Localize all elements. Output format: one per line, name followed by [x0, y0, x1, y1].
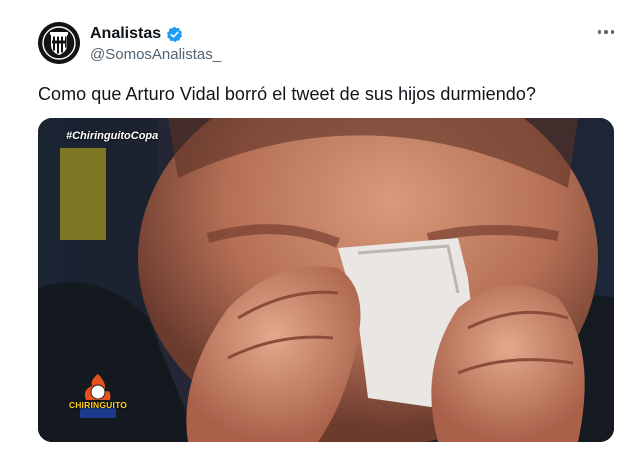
- crest-icon: [38, 22, 80, 64]
- show-logo: CHIRINGUITO: [68, 372, 128, 422]
- more-options-button[interactable]: [592, 22, 620, 42]
- tweet-text: Como que Arturo Vidal borró el tweet de …: [38, 84, 536, 104]
- dot-icon: [604, 30, 608, 34]
- tweet-card[interactable]: Analistas @SomosAnalistas_ Como que Artu…: [0, 0, 644, 462]
- handle[interactable]: @SomosAnalistas_: [90, 46, 221, 63]
- avatar[interactable]: [38, 22, 80, 64]
- flame-ball-icon: [80, 374, 116, 418]
- verified-badge-icon: [167, 26, 183, 42]
- dot-icon: [597, 30, 602, 34]
- hashtag-overlay: #ChiringuitoCopa: [66, 130, 159, 142]
- tweet-media[interactable]: #ChiringuitoCopa CHIRINGUITO: [38, 118, 614, 442]
- show-logo-text: CHIRINGUITO: [68, 400, 128, 410]
- dot-icon: [610, 30, 615, 34]
- display-name[interactable]: Analistas: [90, 25, 161, 43]
